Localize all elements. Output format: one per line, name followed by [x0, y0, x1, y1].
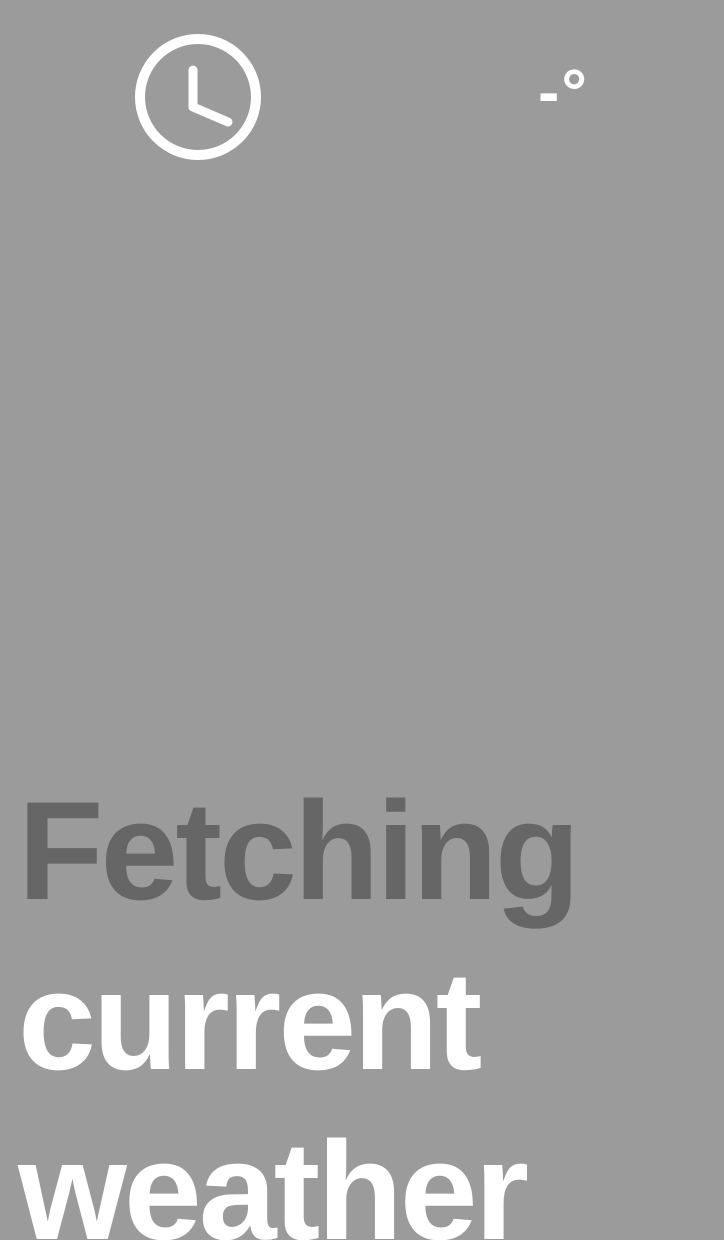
status-line-fetching: Fetching	[18, 772, 580, 929]
clock-icon[interactable]	[131, 30, 265, 164]
status-message: Fetching current weather	[18, 766, 718, 1240]
status-line-current: current	[18, 942, 482, 1099]
temperature-value: -°	[538, 56, 589, 128]
weather-screen: -° Fetching current weather	[0, 0, 724, 1240]
clock-icon-graphic	[135, 34, 261, 160]
status-line-weather: weather	[18, 1112, 529, 1240]
